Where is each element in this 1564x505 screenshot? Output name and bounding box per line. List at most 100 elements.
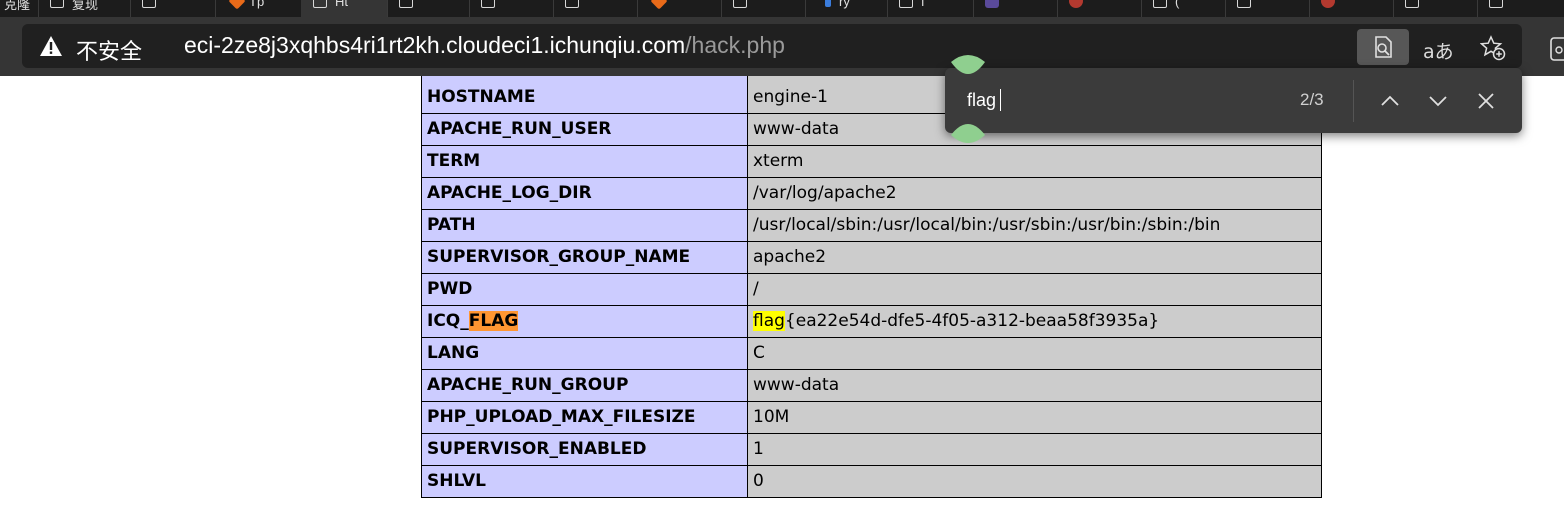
find-bar: 2/3 bbox=[945, 68, 1522, 133]
red-icon bbox=[1321, 0, 1335, 8]
address-bar[interactable]: 不安全 eci-2ze8j3xqhbs4ri1rt2kh.cloudeci1.i… bbox=[22, 24, 1522, 68]
table-row: PATH /usr/local/sbin:/usr/local/bin:/usr… bbox=[421, 208, 1322, 242]
text-caret bbox=[1000, 89, 1001, 111]
table-row: SHLVL 0 bbox=[421, 464, 1322, 498]
env-value: flag{ea22e54d-dfe5-4f05-a312-beaa58f3935… bbox=[747, 304, 1322, 338]
env-name: APACHE_LOG_DIR bbox=[421, 176, 748, 210]
find-previous-button[interactable] bbox=[1373, 84, 1407, 118]
tab[interactable]: ( bbox=[1141, 0, 1226, 17]
tab[interactable] bbox=[1477, 0, 1564, 17]
tab[interactable] bbox=[637, 0, 722, 17]
brand-orange-icon bbox=[650, 0, 668, 10]
env-name: APACHE_RUN_GROUP bbox=[421, 368, 748, 402]
tab[interactable] bbox=[1309, 0, 1394, 17]
table-row: PHP_UPLOAD_MAX_FILESIZE 10M bbox=[421, 400, 1322, 434]
url-path: /hack.php bbox=[685, 32, 785, 58]
env-value: 0 bbox=[747, 464, 1322, 498]
env-value: 1 bbox=[747, 432, 1322, 466]
page-icon bbox=[399, 0, 413, 8]
find-page-icon bbox=[1375, 36, 1392, 58]
tab-label: f bbox=[921, 0, 925, 9]
tab[interactable] bbox=[387, 0, 470, 17]
page-icon bbox=[1405, 0, 1419, 8]
env-name: PHP_UPLOAD_MAX_FILESIZE bbox=[421, 400, 748, 434]
env-name: SHLVL bbox=[421, 464, 748, 498]
env-name: SUPERVISOR_ENABLED bbox=[421, 432, 748, 466]
tab[interactable]: Tp bbox=[215, 0, 302, 17]
table-row-flag: ICQ_FLAG flag{ea22e54d-dfe5-4f05-a312-be… bbox=[421, 304, 1322, 338]
env-name: HOSTNAME bbox=[421, 76, 748, 114]
tab[interactable] bbox=[973, 0, 1058, 17]
red-icon bbox=[1069, 0, 1083, 8]
chevron-up-icon bbox=[1381, 95, 1399, 106]
page-icon bbox=[1489, 0, 1503, 8]
tab[interactable] bbox=[721, 0, 806, 17]
blue-icon bbox=[825, 0, 831, 7]
env-value: www-data bbox=[747, 368, 1322, 402]
chevron-down-icon bbox=[1429, 96, 1447, 107]
drag-handle[interactable] bbox=[949, 121, 987, 147]
find-match-current: FLAG bbox=[468, 311, 519, 331]
tab[interactable]: f bbox=[887, 0, 974, 17]
tab-label: Ht bbox=[335, 0, 348, 9]
warning-icon[interactable] bbox=[39, 35, 63, 57]
read-aloud-button[interactable]: aあ bbox=[1414, 29, 1466, 65]
table-row: APACHE_LOG_DIR /var/log/apache2 bbox=[421, 176, 1322, 210]
find-next-button[interactable] bbox=[1421, 84, 1455, 118]
collections-icon[interactable] bbox=[1548, 37, 1564, 63]
env-name: PWD bbox=[421, 272, 748, 306]
tab[interactable] bbox=[1225, 0, 1310, 17]
add-favorite-button[interactable] bbox=[1466, 29, 1518, 65]
env-value: / bbox=[747, 272, 1322, 306]
page-icon bbox=[50, 0, 64, 8]
close-find-button[interactable] bbox=[1469, 84, 1503, 118]
brand-orange-icon bbox=[228, 0, 246, 10]
flag-value-rest: {ea22e54d-dfe5-4f05-a312-beaa58f3935a} bbox=[784, 311, 1160, 331]
purple-icon bbox=[985, 0, 999, 8]
env-value: apache2 bbox=[747, 240, 1322, 274]
tab-strip: 克隆 复现 Tp Ht ry f ( bbox=[0, 0, 1564, 17]
tab[interactable] bbox=[469, 0, 554, 17]
page-icon bbox=[1237, 0, 1251, 8]
tab[interactable]: 复现 bbox=[38, 0, 131, 17]
tab[interactable] bbox=[553, 0, 638, 17]
table-row: APACHE_RUN_GROUP www-data bbox=[421, 368, 1322, 402]
find-match-count: 2/3 bbox=[1300, 90, 1324, 109]
page-icon bbox=[733, 0, 747, 8]
drag-handle[interactable] bbox=[949, 52, 987, 78]
env-value: 10M bbox=[747, 400, 1322, 434]
table-row: TERM xterm bbox=[421, 144, 1322, 178]
tab-active[interactable]: Ht bbox=[301, 0, 388, 17]
tab[interactable]: ry bbox=[805, 0, 888, 17]
page-icon bbox=[899, 0, 913, 8]
env-name: LANG bbox=[421, 336, 748, 370]
page-icon bbox=[565, 0, 579, 8]
page-icon bbox=[481, 0, 495, 8]
tab[interactable] bbox=[1393, 0, 1478, 17]
table-row: SUPERVISOR_GROUP_NAME apache2 bbox=[421, 240, 1322, 274]
environment-table: HOSTNAME engine-1 APACHE_RUN_USER www-da… bbox=[421, 76, 1322, 498]
tab[interactable] bbox=[1057, 0, 1142, 17]
tab-label: 复现 bbox=[72, 0, 99, 12]
star-add-icon bbox=[1480, 35, 1506, 61]
page-icon bbox=[1153, 0, 1167, 8]
find-match: flag bbox=[753, 311, 785, 331]
env-name: TERM bbox=[421, 144, 748, 178]
url-text[interactable]: eci-2ze8j3xqhbs4ri1rt2kh.cloudeci1.ichun… bbox=[184, 32, 785, 59]
read-aloud-icon: aあ bbox=[1423, 41, 1454, 63]
env-name-prefix: ICQ_ bbox=[427, 311, 469, 331]
env-value: C bbox=[747, 336, 1322, 370]
tab[interactable]: 克隆 bbox=[0, 0, 39, 17]
find-on-page-button[interactable] bbox=[1357, 29, 1409, 65]
table-row: PWD / bbox=[421, 272, 1322, 306]
close-icon bbox=[1478, 93, 1494, 109]
page-icon bbox=[313, 0, 327, 8]
page-icon bbox=[142, 0, 156, 8]
env-value: /usr/local/sbin:/usr/local/bin:/usr/sbin… bbox=[747, 208, 1322, 242]
security-status-label[interactable]: 不安全 bbox=[76, 34, 142, 66]
table-row: SUPERVISOR_ENABLED 1 bbox=[421, 432, 1322, 466]
table-row: LANG C bbox=[421, 336, 1322, 370]
tab[interactable] bbox=[130, 0, 216, 17]
env-name: PATH bbox=[421, 208, 748, 242]
find-input[interactable] bbox=[967, 88, 1287, 112]
